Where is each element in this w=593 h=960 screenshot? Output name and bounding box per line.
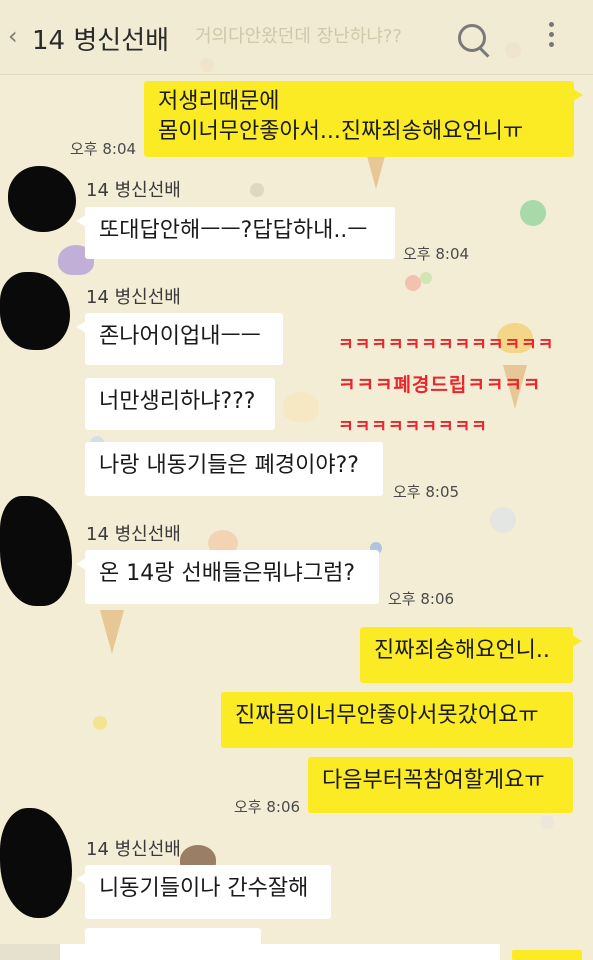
message-line: 몸이너무안좋아서...진짜죄송해요언니ㅠ — [158, 119, 524, 144]
their-message-bubble[interactable]: 나랑 내동기들은 폐경이야?? — [85, 442, 383, 496]
avatar[interactable] — [0, 496, 72, 606]
their-message-bubble[interactable]: 온 14랑 선배들은뭐냐그럼? — [76, 550, 379, 604]
overlay-laugh-line: ㅋㅋㅋㅋㅋㅋㅋㅋㅋ — [338, 417, 488, 437]
message-timestamp: 오후 8:05 — [393, 483, 460, 501]
my-message-bubble[interactable]: 진짜몸이너무안좋아서못갔어요ㅠ — [221, 692, 573, 748]
message-timestamp: 오후 8:06 — [234, 798, 301, 816]
sender-name: 14 병신선배 — [86, 524, 181, 545]
message-timestamp: 오후 8:04 — [403, 245, 470, 263]
my-message-bubble[interactable]: 다음부터꼭참여할게요ㅠ — [308, 757, 573, 813]
my-message-bubble[interactable]: 저생리때문에 몸이너무안좋아서...진짜죄송해요언니ㅠ — [144, 81, 583, 157]
my-message-bubble[interactable]: 진짜죄송해요언니.. — [360, 627, 582, 683]
chat-header: ‹ 14 병신선배 거의다안왔던데 장난하냐?? — [0, 0, 593, 75]
ghost-preview-text: 거의다안왔던데 장난하냐?? — [195, 26, 402, 47]
search-icon[interactable] — [458, 24, 486, 52]
sender-name: 14 병신선배 — [86, 839, 181, 860]
message-timestamp: 오후 8:06 — [388, 590, 455, 608]
their-message-bubble[interactable]: 존나어이업내ㅡㅡ — [76, 313, 283, 365]
sender-name: 14 병신선배 — [86, 287, 181, 308]
avatar[interactable] — [0, 808, 72, 918]
more-vertical-icon[interactable] — [549, 22, 555, 52]
attach-button[interactable] — [0, 944, 60, 960]
sender-name: 14 병신선배 — [86, 180, 181, 201]
their-message-bubble[interactable]: 너만생리하냐??? — [85, 378, 275, 430]
avatar[interactable] — [8, 166, 76, 232]
message-timestamp: 오후 8:04 — [70, 140, 137, 158]
send-button[interactable] — [512, 950, 582, 960]
overlay-caption-line: ㅋㅋㅋ폐경드립ㅋㅋㅋㅋ — [338, 374, 542, 396]
back-icon[interactable]: ‹ — [8, 22, 18, 50]
message-line: 저생리때문에 — [158, 89, 280, 114]
message-input[interactable] — [60, 944, 500, 960]
chat-title: 14 병신선배 — [32, 26, 170, 56]
their-message-bubble[interactable]: 또대답안해ㅡㅡ?답답하내..ㅡ — [76, 207, 395, 259]
their-message-bubble[interactable]: 니동기들이나 간수잘해 — [76, 865, 331, 919]
avatar[interactable] — [0, 272, 70, 350]
overlay-laugh-line: ㅋㅋㅋㅋㅋㅋㅋㅋㅋㅋㅋㅋㅋ — [338, 335, 555, 355]
